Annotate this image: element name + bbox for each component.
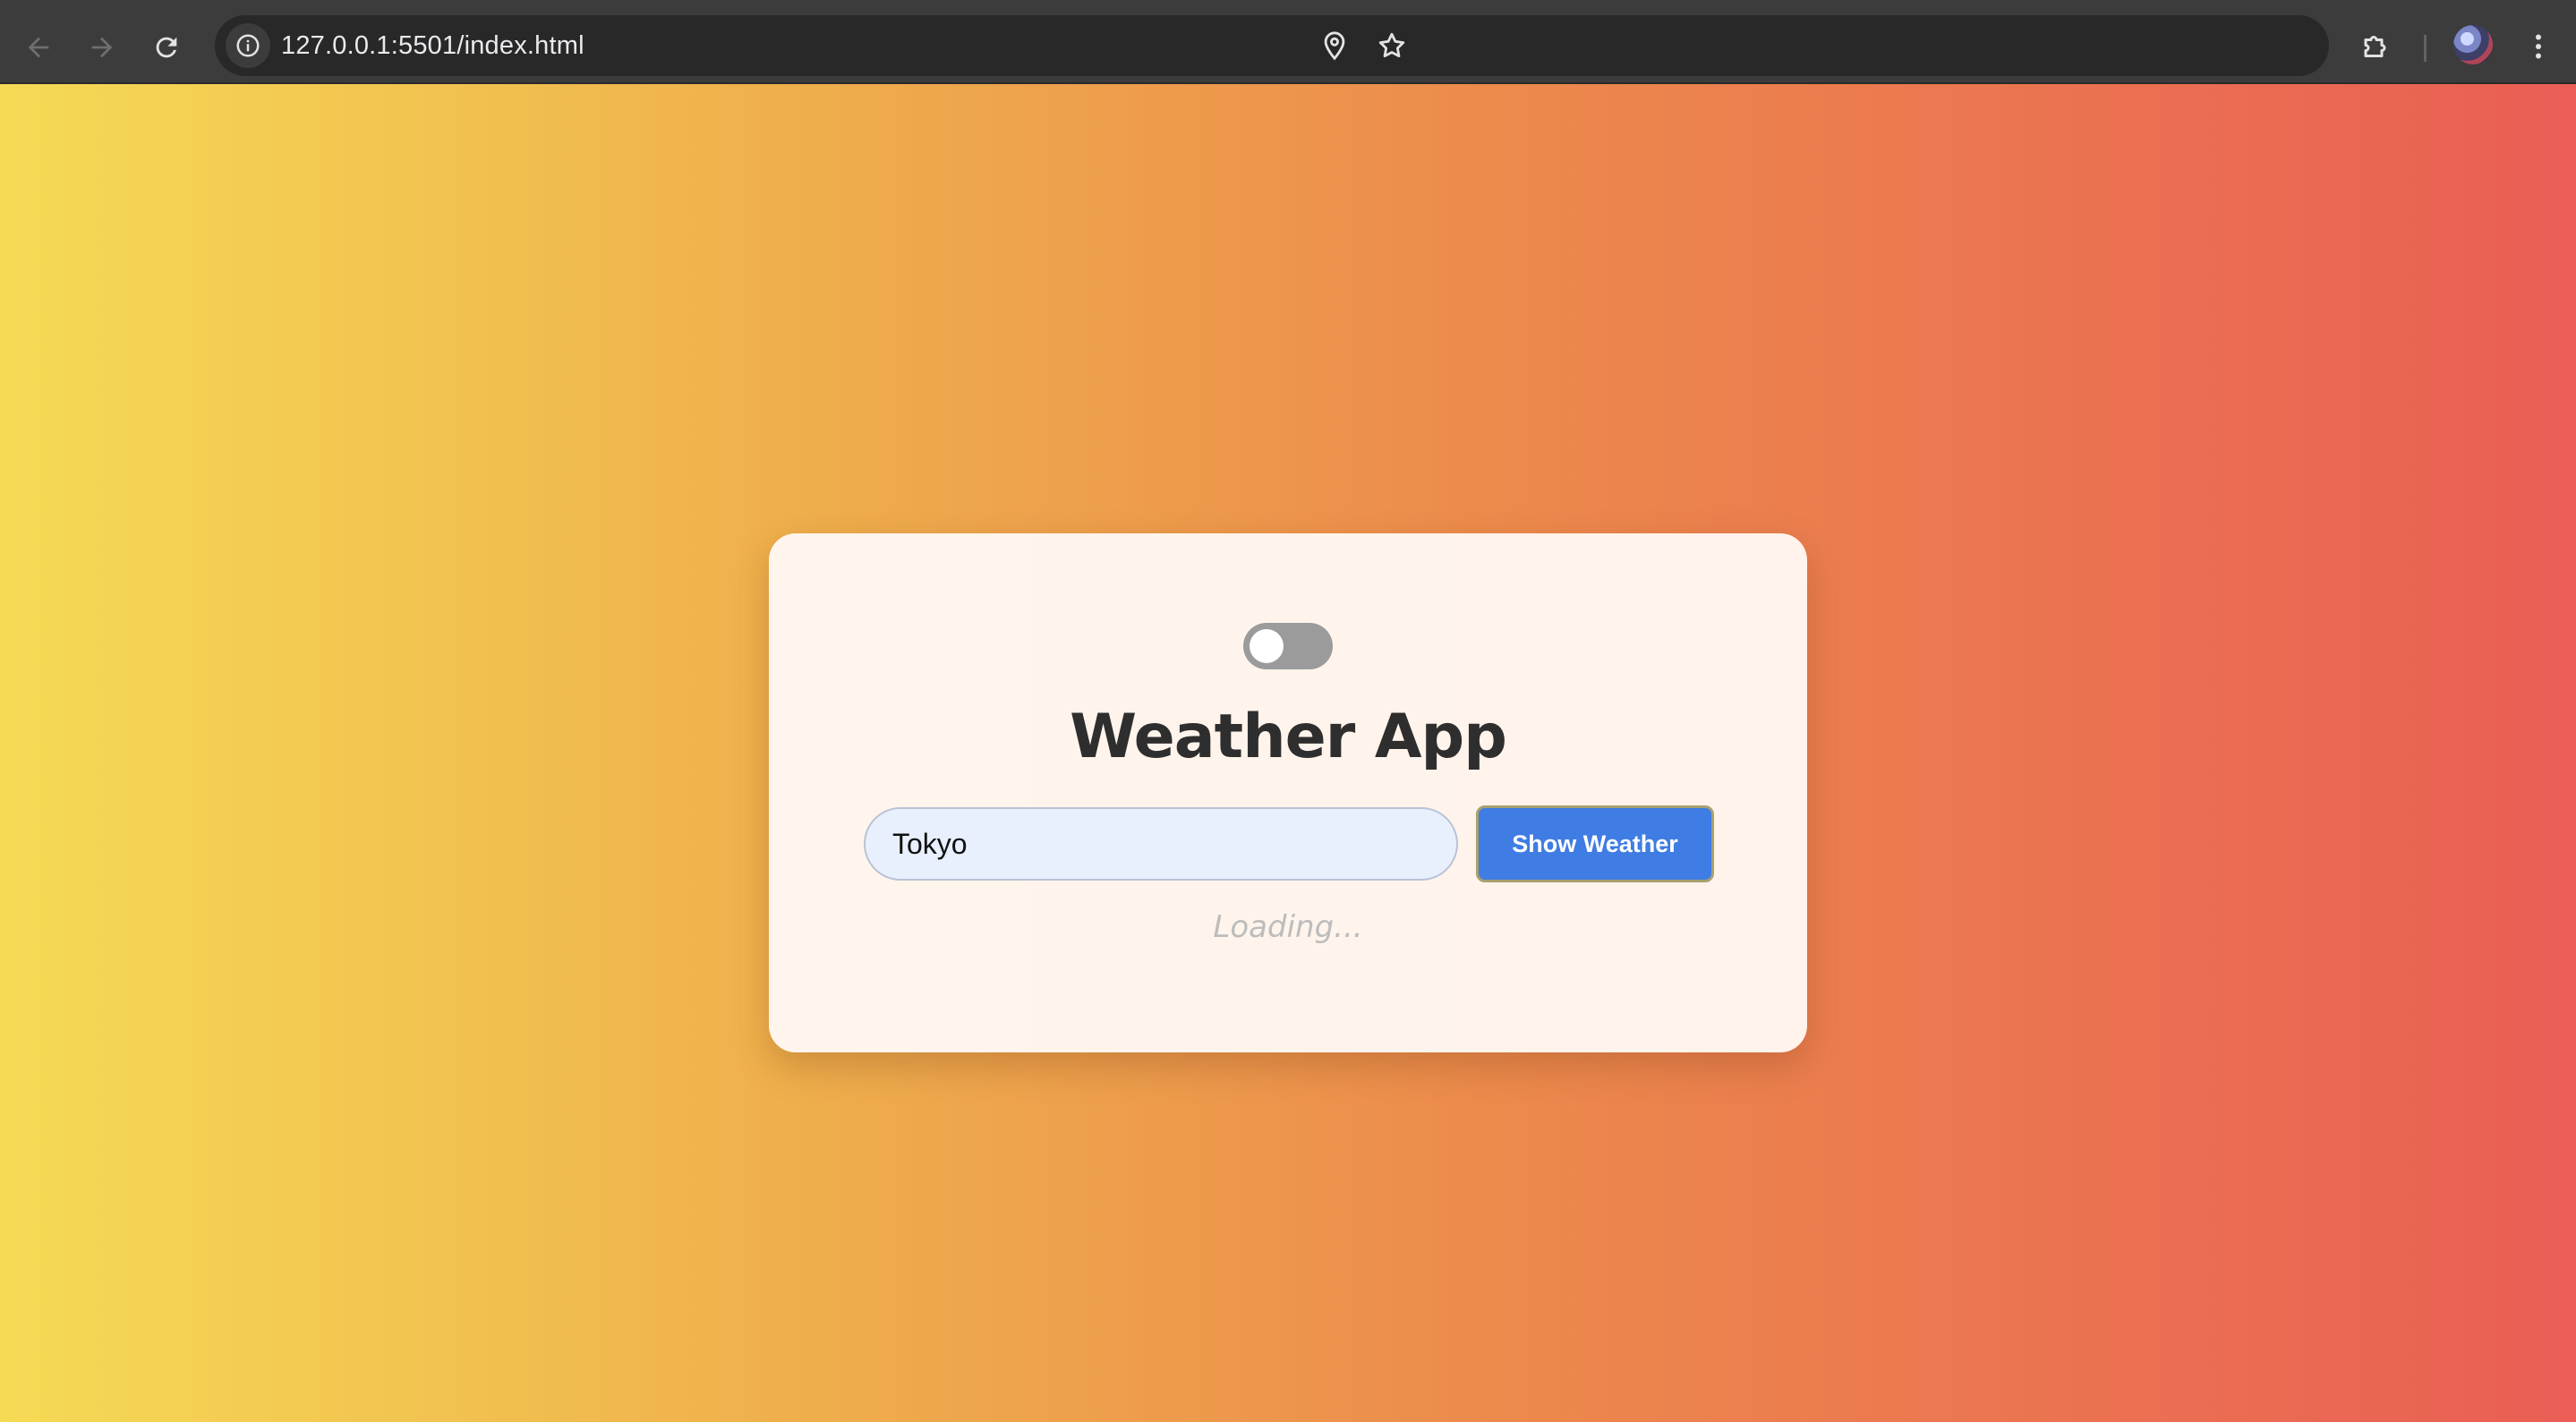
show-weather-button[interactable]: Show Weather — [1476, 805, 1714, 882]
url-text[interactable]: 127.0.0.1:5501/index.html — [281, 15, 584, 76]
forward-button[interactable] — [80, 25, 124, 70]
city-input[interactable] — [864, 807, 1458, 881]
menu-button[interactable] — [2515, 23, 2562, 70]
toolbar-divider — [2424, 35, 2427, 62]
info-icon — [236, 34, 260, 57]
bookmark-button[interactable] — [1369, 23, 1414, 68]
browser-toolbar: 127.0.0.1:5501/index.html — [0, 10, 2576, 82]
address-bar[interactable]: 127.0.0.1:5501/index.html — [215, 15, 2329, 76]
star-icon — [1378, 32, 1405, 58]
kebab-menu-icon — [2536, 34, 2541, 59]
reload-button[interactable] — [144, 25, 189, 70]
arrow-left-icon — [28, 37, 49, 58]
arrow-right-icon — [91, 37, 113, 58]
back-button[interactable] — [16, 25, 61, 70]
extensions-button[interactable] — [2353, 23, 2400, 70]
window-top-strip — [0, 0, 2576, 10]
site-info-button[interactable] — [226, 23, 270, 68]
profile-avatar[interactable] — [2453, 25, 2493, 64]
theme-toggle[interactable] — [1243, 623, 1333, 669]
puzzle-icon — [2364, 36, 2386, 57]
location-pin-icon — [1324, 31, 1345, 61]
location-button[interactable] — [1312, 23, 1357, 68]
toggle-knob — [1250, 629, 1284, 663]
page-background: Weather App Show Weather Loading... — [0, 84, 2576, 1422]
reload-icon — [156, 37, 177, 58]
weather-card: Weather App Show Weather Loading... — [769, 533, 1807, 1052]
app-title: Weather App — [1070, 702, 1507, 772]
loading-status: Loading... — [1213, 909, 1363, 945]
